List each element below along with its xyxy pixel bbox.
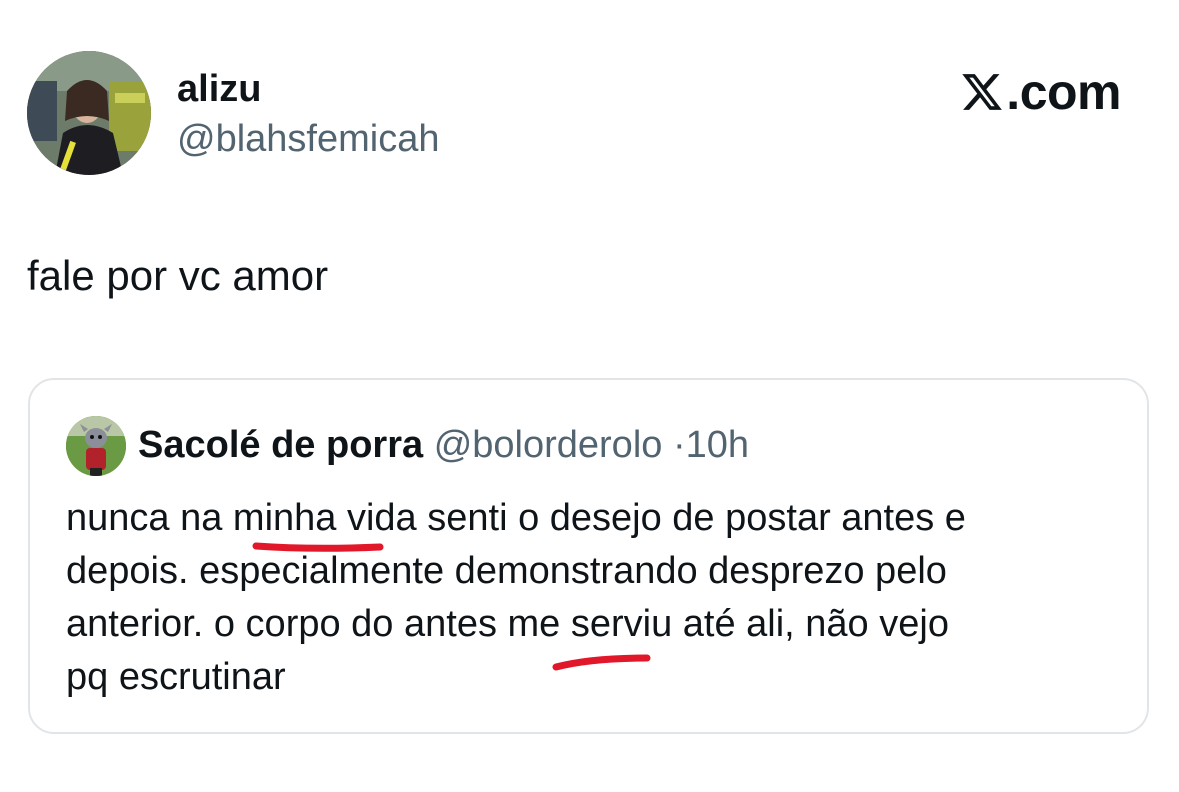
quoted-author-avatar[interactable] bbox=[66, 416, 126, 476]
separator-dot: · bbox=[672, 424, 686, 466]
quoted-display-name[interactable]: Sacolé de porra bbox=[138, 424, 423, 466]
avatar-mascot-image bbox=[66, 416, 126, 476]
author-display-name[interactable]: alizu bbox=[177, 66, 261, 112]
quoted-text-line: depois. especialmente demonstrando despr… bbox=[66, 550, 947, 592]
x-logo-icon bbox=[962, 74, 1003, 110]
tweet-text: fale por vc amor bbox=[27, 252, 329, 299]
quoted-text-line: anterior. o corpo do antes me serviu até… bbox=[66, 603, 949, 645]
quoted-text-line: nunca na minha vida senti o desejo de po… bbox=[66, 497, 966, 539]
quoted-tweet-text: nunca na minha vida senti o desejo de po… bbox=[66, 492, 1126, 704]
author-avatar[interactable] bbox=[27, 51, 151, 175]
brand-label: .com bbox=[1006, 64, 1121, 120]
quoted-tweet-card[interactable]: Sacolé de porra @bolorderolo ·10h nunca … bbox=[28, 378, 1149, 734]
quoted-handle[interactable]: @bolorderolo bbox=[434, 424, 663, 466]
quoted-text-line: pq escrutinar bbox=[66, 656, 286, 698]
brand-watermark: .com bbox=[960, 64, 1121, 120]
avatar-photo bbox=[27, 51, 151, 175]
quoted-tweet-header: Sacolé de porra @bolorderolo ·10h bbox=[138, 420, 749, 470]
author-handle[interactable]: @blahsfemicah bbox=[177, 116, 439, 162]
quoted-timestamp[interactable]: 10h bbox=[686, 424, 749, 466]
